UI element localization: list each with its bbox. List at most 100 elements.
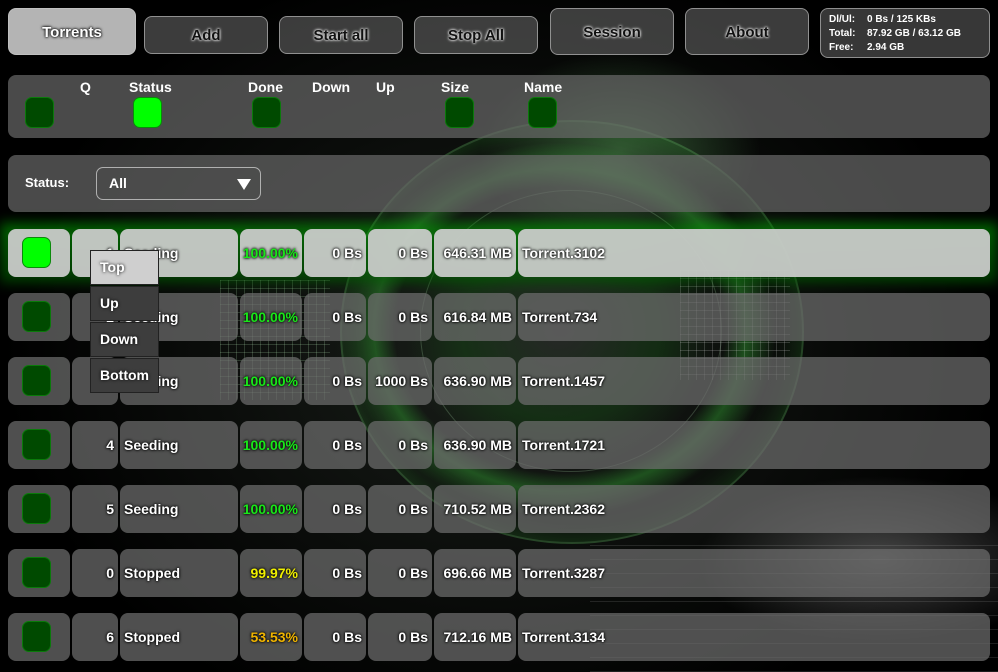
header-size-label: Size <box>441 79 470 95</box>
torrent-done: 53.53% <box>240 613 302 661</box>
torrent-status: Seeding <box>120 421 238 469</box>
header-name-label: Name <box>524 79 563 95</box>
row-checkbox[interactable] <box>22 621 51 652</box>
dlul-value: 0 Bs / 125 KBs <box>867 14 936 25</box>
queue-position[interactable]: 4 <box>72 421 118 469</box>
free-label: Free: <box>829 42 854 53</box>
torrent-down-rate: 0 Bs <box>304 613 366 661</box>
torrent-size: 636.90 MB <box>434 421 516 469</box>
row-checkbox[interactable] <box>22 237 51 268</box>
status-filter-value: All <box>109 175 127 191</box>
row-checkbox[interactable] <box>22 365 51 396</box>
menu-item-bottom[interactable]: Bottom <box>90 358 159 393</box>
row-checkbox[interactable] <box>22 301 51 332</box>
torrent-down-rate: 0 Bs <box>304 357 366 405</box>
torrent-row[interactable]: 4 Seeding 100.00% 0 Bs 0 Bs 636.90 MB To… <box>8 421 990 469</box>
dlul-label: Dl/Ul: <box>829 14 856 25</box>
row-checkbox[interactable] <box>22 429 51 460</box>
total-label: Total: <box>829 28 856 39</box>
queue-context-menu: Top Up Down Bottom <box>90 250 159 394</box>
torrent-up-rate: 0 Bs <box>368 229 432 277</box>
torrent-down-rate: 0 Bs <box>304 549 366 597</box>
header-name[interactable]: Name <box>524 75 584 138</box>
torrent-status: Seeding <box>120 485 238 533</box>
status-filter-label: Status: <box>25 175 70 190</box>
torrent-name[interactable]: Torrent.3134 <box>518 613 990 661</box>
menu-item-down[interactable]: Down <box>90 322 159 357</box>
torrent-status: Stopped <box>120 613 238 661</box>
start-all-button[interactable]: Start all <box>279 16 403 54</box>
free-value: 2.94 GB <box>867 42 905 53</box>
torrent-name[interactable]: Torrent.2362 <box>518 485 990 533</box>
torrent-size: 710.52 MB <box>434 485 516 533</box>
torrent-row[interactable]: 0 Stopped 99.97% 0 Bs 0 Bs 696.66 MB Tor… <box>8 549 990 597</box>
torrent-down-rate: 0 Bs <box>304 293 366 341</box>
torrent-done: 100.00% <box>240 485 302 533</box>
torrent-done: 100.00% <box>240 421 302 469</box>
header-done[interactable]: Done <box>248 75 308 138</box>
queue-position[interactable]: 5 <box>72 485 118 533</box>
header-select-col <box>8 75 70 138</box>
menu-item-up[interactable]: Up <box>90 286 159 321</box>
column-header: Q Status Done Down Up Size Name <box>8 75 990 138</box>
header-status-label: Status <box>129 79 172 95</box>
row-select-cell <box>8 549 70 597</box>
torrent-up-rate: 0 Bs <box>368 485 432 533</box>
torrent-name[interactable]: Torrent.3102 <box>518 229 990 277</box>
torrent-down-rate: 0 Bs <box>304 421 366 469</box>
sort-name-checkbox[interactable] <box>528 97 557 128</box>
torrent-row[interactable]: 5 Seeding 100.00% 0 Bs 0 Bs 710.52 MB To… <box>8 485 990 533</box>
row-select-cell <box>8 293 70 341</box>
torrent-up-rate: 0 Bs <box>368 293 432 341</box>
tab-session[interactable]: Session <box>550 8 674 55</box>
queue-position[interactable]: 0 <box>72 549 118 597</box>
tab-about[interactable]: About <box>685 8 809 55</box>
torrent-done: 100.00% <box>240 357 302 405</box>
row-select-cell <box>8 229 70 277</box>
torrent-size: 646.31 MB <box>434 229 516 277</box>
sort-size-checkbox[interactable] <box>445 97 474 128</box>
torrent-row[interactable]: 6 Stopped 53.53% 0 Bs 0 Bs 712.16 MB Tor… <box>8 613 990 661</box>
add-button[interactable]: Add <box>144 16 268 54</box>
torrent-done: 100.00% <box>240 293 302 341</box>
torrent-name[interactable]: Torrent.1457 <box>518 357 990 405</box>
torrent-down-rate: 0 Bs <box>304 229 366 277</box>
total-value: 87.92 GB / 63.12 GB <box>867 28 961 39</box>
row-checkbox[interactable] <box>22 557 51 588</box>
header-up-label: Up <box>376 79 395 95</box>
torrent-size: 696.66 MB <box>434 549 516 597</box>
torrent-name[interactable]: Torrent.734 <box>518 293 990 341</box>
row-checkbox[interactable] <box>22 493 51 524</box>
transfer-stats: Dl/Ul: 0 Bs / 125 KBs Total: 87.92 GB / 63… <box>820 8 990 58</box>
header-done-label: Done <box>248 79 283 95</box>
torrent-status: Stopped <box>120 549 238 597</box>
tab-torrents[interactable]: Torrents <box>8 8 136 55</box>
select-all-checkbox[interactable] <box>25 97 54 128</box>
status-filter-select[interactable]: All <box>96 167 261 200</box>
torrent-down-rate: 0 Bs <box>304 485 366 533</box>
header-size[interactable]: Size <box>441 75 501 138</box>
row-select-cell <box>8 613 70 661</box>
header-q-label: Q <box>80 79 91 95</box>
torrent-up-rate: 0 Bs <box>368 549 432 597</box>
header-down-label: Down <box>312 79 351 95</box>
menu-item-top[interactable]: Top <box>90 250 159 285</box>
header-status[interactable]: Status <box>129 75 229 138</box>
sort-done-checkbox[interactable] <box>252 97 281 128</box>
torrent-size: 712.16 MB <box>434 613 516 661</box>
torrent-size: 636.90 MB <box>434 357 516 405</box>
torrent-name[interactable]: Torrent.3287 <box>518 549 990 597</box>
torrent-up-rate: 1000 Bs <box>368 357 432 405</box>
filter-bar: Status: All <box>8 155 990 212</box>
torrent-up-rate: 0 Bs <box>368 613 432 661</box>
torrent-name[interactable]: Torrent.1721 <box>518 421 990 469</box>
torrent-done: 99.97% <box>240 549 302 597</box>
row-select-cell <box>8 357 70 405</box>
torrent-up-rate: 0 Bs <box>368 421 432 469</box>
chevron-down-icon <box>237 179 251 190</box>
row-select-cell <box>8 421 70 469</box>
sort-status-checkbox[interactable] <box>133 97 162 128</box>
queue-position[interactable]: 6 <box>72 613 118 661</box>
torrent-size: 616.84 MB <box>434 293 516 341</box>
stop-all-button[interactable]: Stop All <box>414 16 538 54</box>
